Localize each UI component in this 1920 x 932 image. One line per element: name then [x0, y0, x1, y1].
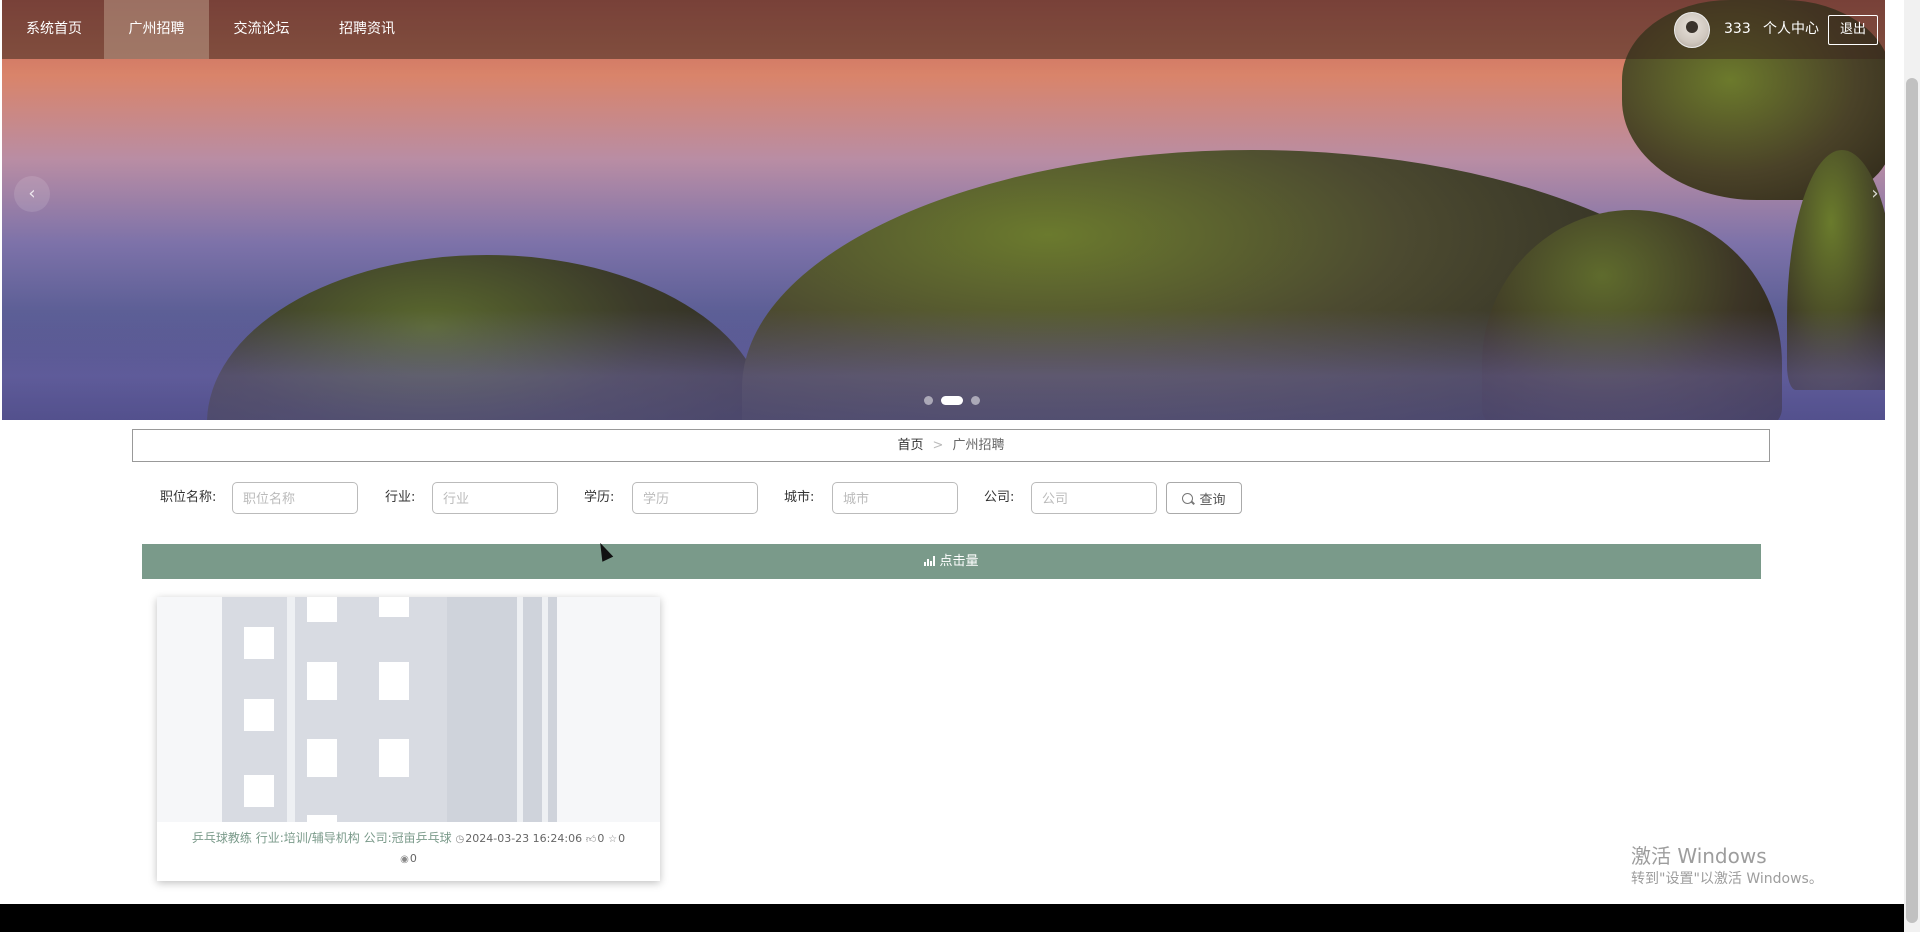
thumbs-up-icon: 👍︎ [585, 834, 597, 845]
star-icon: ☆ [608, 834, 618, 845]
search-label-education: 学历: [584, 490, 615, 505]
avatar[interactable] [1674, 12, 1710, 48]
search-label-position: 职位名称: [160, 490, 217, 505]
search-button[interactable]: 查询 [1166, 482, 1242, 514]
carousel-prev-icon[interactable]: ‹ [14, 176, 50, 212]
bar-chart-icon [924, 556, 936, 566]
search-input-position[interactable] [232, 482, 358, 514]
sort-by-clicks-bar[interactable]: 点击量 [142, 544, 1761, 579]
activation-title: 激活 Windows [1631, 844, 1767, 868]
carousel-banner[interactable]: ‹ › [2, 0, 1885, 420]
top-navbar: 系统首页 广州招聘 交流论坛 招聘资讯 333 个人中心 退出 [2, 0, 1885, 59]
job-industry: 行业:培训/辅导机构 [255, 831, 360, 845]
breadcrumb-current: 广州招聘 [952, 438, 1005, 453]
username: 333 [1724, 21, 1751, 37]
favorite-count: 0 [618, 832, 626, 845]
breadcrumb-separator: > [932, 438, 944, 453]
carousel-next-icon[interactable]: › [1857, 176, 1885, 212]
logout-button[interactable]: 退出 [1828, 15, 1878, 45]
search-input-industry[interactable] [432, 482, 558, 514]
sort-label: 点击量 [939, 554, 979, 569]
like-count: 0 [597, 832, 605, 845]
job-card-meta: 乒乓球教练 行业:培训/辅导机构 公司:冠亩乒乓球 ◷2024-03-23 16… [157, 829, 660, 869]
scrollbar-thumb[interactable] [1906, 78, 1918, 923]
breadcrumb: 首页 > 广州招聘 [132, 429, 1770, 462]
view-count: 0 [409, 852, 417, 865]
search-label-industry: 行业: [385, 490, 416, 505]
activation-subtitle: 转到"设置"以激活 Windows。 [1631, 871, 1823, 887]
search-input-education[interactable] [632, 482, 758, 514]
carousel-dot[interactable] [924, 396, 933, 405]
nav-item-home[interactable]: 系统首页 [2, 0, 106, 59]
windows-activation-watermark: 激活 Windows 转到"设置"以激活 Windows。 [1631, 843, 1823, 889]
clock-icon: ◷ [455, 834, 465, 845]
carousel-indicators [924, 396, 980, 405]
search-label-city: 城市: [784, 490, 815, 505]
search-icon [1182, 492, 1194, 504]
search-label-company: 公司: [984, 490, 1015, 505]
search-input-company[interactable] [1031, 482, 1157, 514]
job-company: 公司:冠亩乒乓球 [363, 831, 452, 845]
footer [0, 904, 1904, 932]
eye-icon: ◉ [400, 854, 409, 865]
nav-item-guangzhou-jobs[interactable]: 广州招聘 [104, 0, 209, 59]
breadcrumb-home[interactable]: 首页 [898, 438, 924, 453]
job-card[interactable]: 乒乓球教练 行业:培训/辅导机构 公司:冠亩乒乓球 ◷2024-03-23 16… [157, 597, 660, 881]
search-input-city[interactable] [832, 482, 958, 514]
job-card-image [157, 597, 660, 822]
nav-item-job-news[interactable]: 招聘资讯 [314, 0, 420, 59]
nav-item-forum[interactable]: 交流论坛 [209, 0, 314, 59]
job-publish-time: 2024-03-23 16:24:06 [465, 832, 583, 845]
user-center-link[interactable]: 个人中心 [1763, 0, 1819, 59]
carousel-dot[interactable] [971, 396, 980, 405]
search-button-label: 查询 [1199, 492, 1226, 508]
job-title[interactable]: 乒乓球教练 [192, 831, 252, 845]
carousel-dot-active[interactable] [941, 396, 963, 405]
